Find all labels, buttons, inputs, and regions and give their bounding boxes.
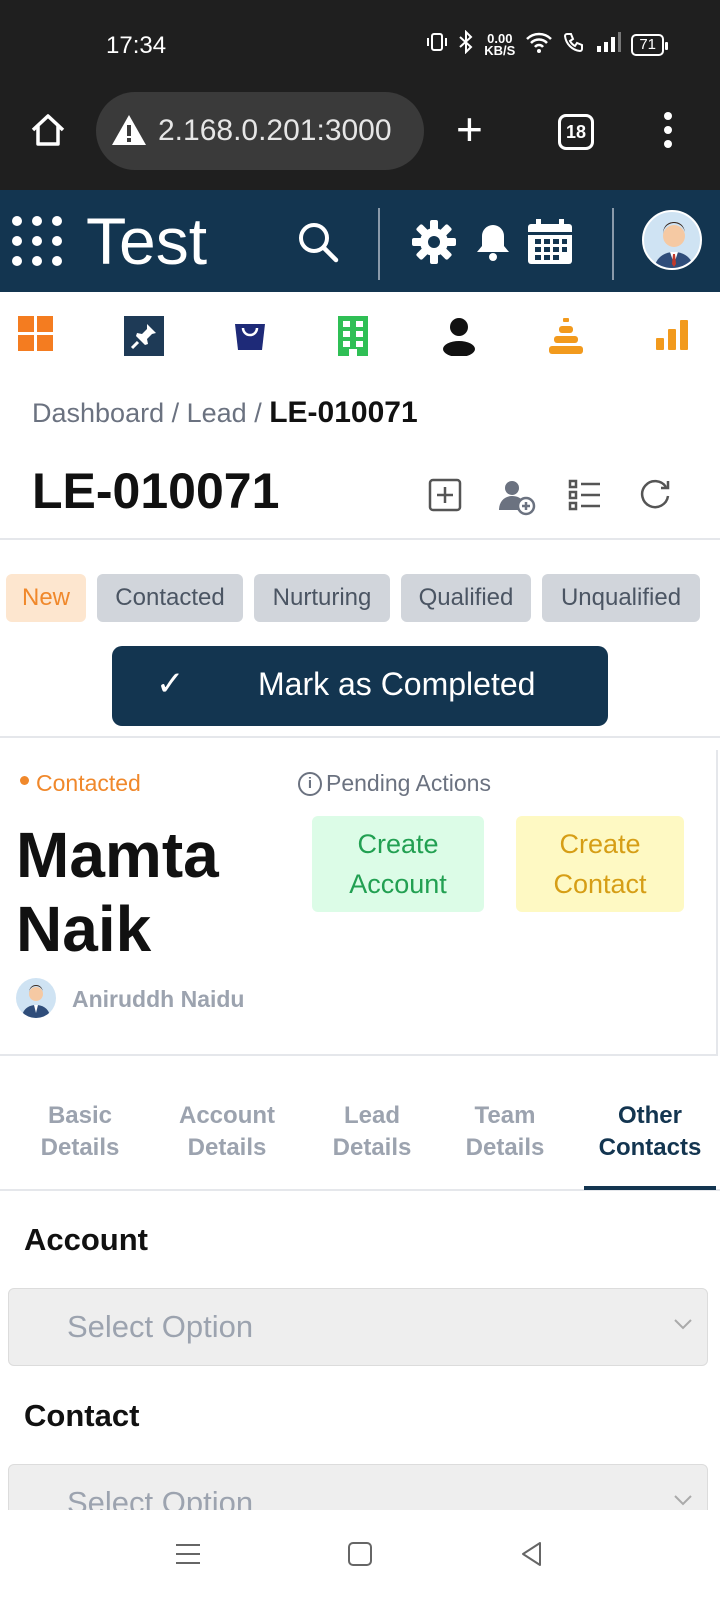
chevron-down-icon xyxy=(673,1311,693,1337)
search-icon[interactable] xyxy=(296,220,340,269)
url-text[interactable]: 2.168.0.201:3000 xyxy=(158,114,392,148)
refresh-icon[interactable] xyxy=(638,478,674,514)
pyramid-module-icon[interactable] xyxy=(548,316,588,356)
browser-toolbar: 2.168.0.201:3000 + 18 xyxy=(0,88,720,190)
tab-switcher-button[interactable]: 18 xyxy=(558,114,594,150)
breadcrumb-lead[interactable]: Lead xyxy=(187,398,247,428)
pin-module-icon[interactable] xyxy=(124,316,164,356)
breadcrumb-dashboard[interactable]: Dashboard xyxy=(32,398,164,428)
status-icons: 0.00 KB/S 71 xyxy=(426,29,668,60)
status-dot-icon xyxy=(20,776,29,785)
back-nav-icon[interactable] xyxy=(518,1540,546,1573)
lead-status: Contacted xyxy=(36,770,141,796)
stage-qualified[interactable]: Qualified xyxy=(401,574,531,622)
pending-actions: i Pending Actions xyxy=(298,770,491,797)
gear-icon[interactable] xyxy=(410,218,458,271)
account-label: Account xyxy=(24,1222,148,1257)
page-title: LE-010071 xyxy=(32,463,280,519)
active-tab-indicator xyxy=(584,1186,716,1190)
add-square-icon[interactable] xyxy=(428,478,464,514)
app-header: Test xyxy=(0,190,720,292)
call-icon xyxy=(563,31,585,59)
header-divider xyxy=(612,208,614,280)
address-bar[interactable]: 2.168.0.201:3000 xyxy=(96,92,424,170)
bar-chart-module-icon[interactable] xyxy=(654,316,694,356)
info-icon: i xyxy=(298,771,322,796)
create-contact-button[interactable]: Create Contact xyxy=(516,816,684,912)
section-divider xyxy=(0,736,720,738)
stage-contacted[interactable]: Contacted xyxy=(97,574,243,622)
calendar-icon[interactable] xyxy=(526,218,574,271)
module-icon-strip xyxy=(0,292,720,378)
wifi-icon xyxy=(525,31,553,59)
dashboard-module-icon[interactable] xyxy=(18,316,58,356)
shopping-bag-module-icon[interactable] xyxy=(232,316,272,356)
contact-label: Contact xyxy=(24,1398,140,1433)
account-select-placeholder: Select Option xyxy=(67,1309,254,1344)
tab-basic-details[interactable]: Basic Details xyxy=(22,1100,138,1164)
menu-icon[interactable] xyxy=(664,112,674,154)
bell-icon[interactable] xyxy=(474,222,512,267)
system-nav-bar xyxy=(0,1510,720,1600)
create-account-button[interactable]: Create Account xyxy=(312,816,484,912)
app-launcher-icon[interactable] xyxy=(12,216,64,268)
breadcrumb-current: LE-010071 xyxy=(269,396,418,429)
header-divider xyxy=(378,208,380,280)
vibrate-icon xyxy=(426,31,448,59)
add-user-icon[interactable] xyxy=(498,478,536,516)
person-module-icon[interactable] xyxy=(442,316,482,357)
breadcrumb-separator: / xyxy=(164,398,187,428)
tab-team-details[interactable]: Team Details xyxy=(452,1100,558,1164)
battery-icon: 71 xyxy=(631,34,668,56)
network-speed: 0.00 KB/S xyxy=(484,31,516,58)
check-icon: ✓ xyxy=(156,665,185,703)
stage-nurturing[interactable]: Nurturing xyxy=(254,574,390,622)
breadcrumb: Dashboard / Lead / LE-010071 xyxy=(32,396,418,430)
user-avatar[interactable] xyxy=(642,210,702,270)
recent-apps-icon[interactable] xyxy=(174,1540,202,1573)
section-divider xyxy=(0,538,720,540)
app-brand: Test xyxy=(86,204,208,278)
breadcrumb-separator: / xyxy=(246,398,270,428)
new-tab-icon[interactable]: + xyxy=(456,106,483,152)
tab-lead-details[interactable]: Lead Details xyxy=(316,1100,428,1164)
owner-name: Aniruddh Naidu xyxy=(72,986,245,1012)
status-time: 17:34 xyxy=(106,32,167,59)
stage-new[interactable]: New xyxy=(6,574,86,622)
pending-actions-label: Pending Actions xyxy=(326,770,491,796)
status-bar: 17:34 0.00 KB/S 71 xyxy=(0,0,720,88)
mark-completed-label: Mark as Completed xyxy=(258,666,536,702)
stage-unqualified[interactable]: Unqualified xyxy=(542,574,700,622)
building-module-icon[interactable] xyxy=(338,316,378,356)
owner-avatar xyxy=(16,978,56,1018)
home-icon[interactable] xyxy=(28,110,68,150)
lead-name: Mamta Naik xyxy=(16,819,219,965)
tab-other-contacts[interactable]: Other Contacts xyxy=(584,1100,716,1164)
account-select[interactable]: Select Option xyxy=(8,1288,708,1366)
bluetooth-icon xyxy=(458,29,474,60)
warning-icon[interactable] xyxy=(110,112,148,153)
signal-icon xyxy=(595,32,622,58)
tab-account-details[interactable]: Account Details xyxy=(166,1100,288,1164)
mark-completed-button[interactable]: ✓ Mark as Completed xyxy=(112,646,608,726)
list-icon[interactable] xyxy=(568,478,604,514)
home-nav-icon[interactable] xyxy=(346,1540,374,1573)
